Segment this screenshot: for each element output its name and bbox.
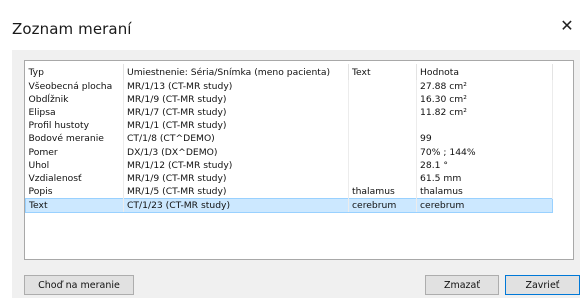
close-icon[interactable]: ✕ bbox=[559, 17, 575, 35]
cell-text bbox=[348, 145, 417, 159]
column-header-value[interactable]: Hodnota bbox=[416, 64, 553, 80]
table-row[interactable]: Elipsa MR/1/7 (CT-MR study) 11.82 cm² bbox=[25, 106, 553, 120]
column-header-text[interactable]: Text bbox=[348, 64, 417, 80]
table-row[interactable]: Všeobecná plocha MR/1/13 (CT-MR study) 27.… bbox=[25, 80, 553, 94]
cell-value: thalamus bbox=[416, 184, 553, 199]
cell-text bbox=[348, 80, 417, 94]
cell-location: DX/1/3 (DX^DEMO) bbox=[123, 145, 349, 159]
cell-location: MR/1/12 (CT-MR study) bbox=[123, 158, 349, 172]
cell-text bbox=[348, 158, 417, 172]
cell-location: MR/1/1 (CT-MR study) bbox=[123, 119, 349, 133]
table-header-row: Typ Umiestnenie: Séria/Snímka (meno paci… bbox=[25, 64, 553, 80]
cell-type: Pomer bbox=[25, 145, 124, 159]
cell-location: CT/1/8 (CT^DEMO) bbox=[123, 132, 349, 146]
cell-value: 28.1 ° bbox=[416, 158, 553, 172]
cell-location: MR/1/5 (CT-MR study) bbox=[123, 184, 349, 199]
table-row[interactable]: Vzdialenosť MR/1/9 (CT-MR study) 61.5 mm bbox=[25, 171, 553, 185]
cell-text bbox=[348, 171, 417, 185]
cell-type: Všeobecná plocha bbox=[25, 80, 124, 94]
dialog-title: Zoznam meraní bbox=[12, 20, 132, 38]
table-row[interactable]: Pomer DX/1/3 (DX^DEMO) 70% ; 144% bbox=[25, 145, 553, 159]
cell-text bbox=[348, 132, 417, 146]
cell-value: 16.30 cm² bbox=[416, 93, 553, 107]
measurements-table: Typ Umiestnenie: Séria/Snímka (meno paci… bbox=[24, 60, 574, 260]
cell-value: 11.82 cm² bbox=[416, 106, 553, 120]
cell-value bbox=[416, 119, 553, 133]
cell-type: Vzdialenosť bbox=[25, 171, 124, 185]
cell-type: Bodové meranie bbox=[25, 132, 124, 146]
cell-type: Uhol bbox=[25, 158, 124, 172]
cell-type: Popis bbox=[25, 184, 124, 199]
cell-text bbox=[348, 93, 417, 107]
table-row[interactable]: Obdĺžnik MR/1/9 (CT-MR study) 16.30 cm² bbox=[25, 93, 553, 107]
delete-button[interactable]: Zmazať bbox=[425, 275, 499, 295]
dialog-body: Typ Umiestnenie: Séria/Snímka (meno paci… bbox=[12, 50, 580, 298]
dialog-titlebar: Zoznam meraní ✕ bbox=[0, 0, 580, 50]
cell-location: MR/1/13 (CT-MR study) bbox=[123, 80, 349, 94]
cell-type: Obdĺžnik bbox=[25, 93, 124, 107]
cell-type: Text bbox=[25, 197, 124, 213]
cell-type: Profil hustoty bbox=[25, 119, 124, 133]
cell-value: 99 bbox=[416, 132, 553, 146]
column-header-type[interactable]: Typ bbox=[25, 64, 124, 80]
cell-location: MR/1/9 (CT-MR study) bbox=[123, 93, 349, 107]
cell-text bbox=[348, 119, 417, 133]
table-row[interactable]: Text CT/1/23 (CT-MR study) cerebrum cerebru… bbox=[25, 197, 553, 213]
column-header-location[interactable]: Umiestnenie: Séria/Snímka (meno pacienta… bbox=[123, 64, 349, 80]
table-row[interactable]: Uhol MR/1/12 (CT-MR study) 28.1 ° bbox=[25, 158, 553, 172]
table-row[interactable]: Profil hustoty MR/1/1 (CT-MR study) bbox=[25, 119, 553, 133]
cell-value: 61.5 mm bbox=[416, 171, 553, 185]
cell-value: 27.88 cm² bbox=[416, 80, 553, 94]
cell-location: MR/1/9 (CT-MR study) bbox=[123, 171, 349, 185]
table-row[interactable]: Popis MR/1/5 (CT-MR study) thalamus thalamu… bbox=[25, 184, 553, 199]
go-to-measurement-button[interactable]: Choď na meranie bbox=[24, 275, 134, 295]
cell-location: CT/1/23 (CT-MR study) bbox=[123, 197, 349, 213]
cell-value: cerebrum bbox=[416, 197, 553, 213]
cell-location: MR/1/7 (CT-MR study) bbox=[123, 106, 349, 120]
cell-text bbox=[348, 106, 417, 120]
cell-type: Elipsa bbox=[25, 106, 124, 120]
cell-text: thalamus bbox=[348, 184, 417, 199]
table-row[interactable]: Bodové meranie CT/1/8 (CT^DEMO) 99 bbox=[25, 132, 553, 146]
cell-text: cerebrum bbox=[348, 197, 417, 213]
close-button[interactable]: Zavrieť bbox=[505, 275, 580, 295]
cell-value: 70% ; 144% bbox=[416, 145, 553, 159]
